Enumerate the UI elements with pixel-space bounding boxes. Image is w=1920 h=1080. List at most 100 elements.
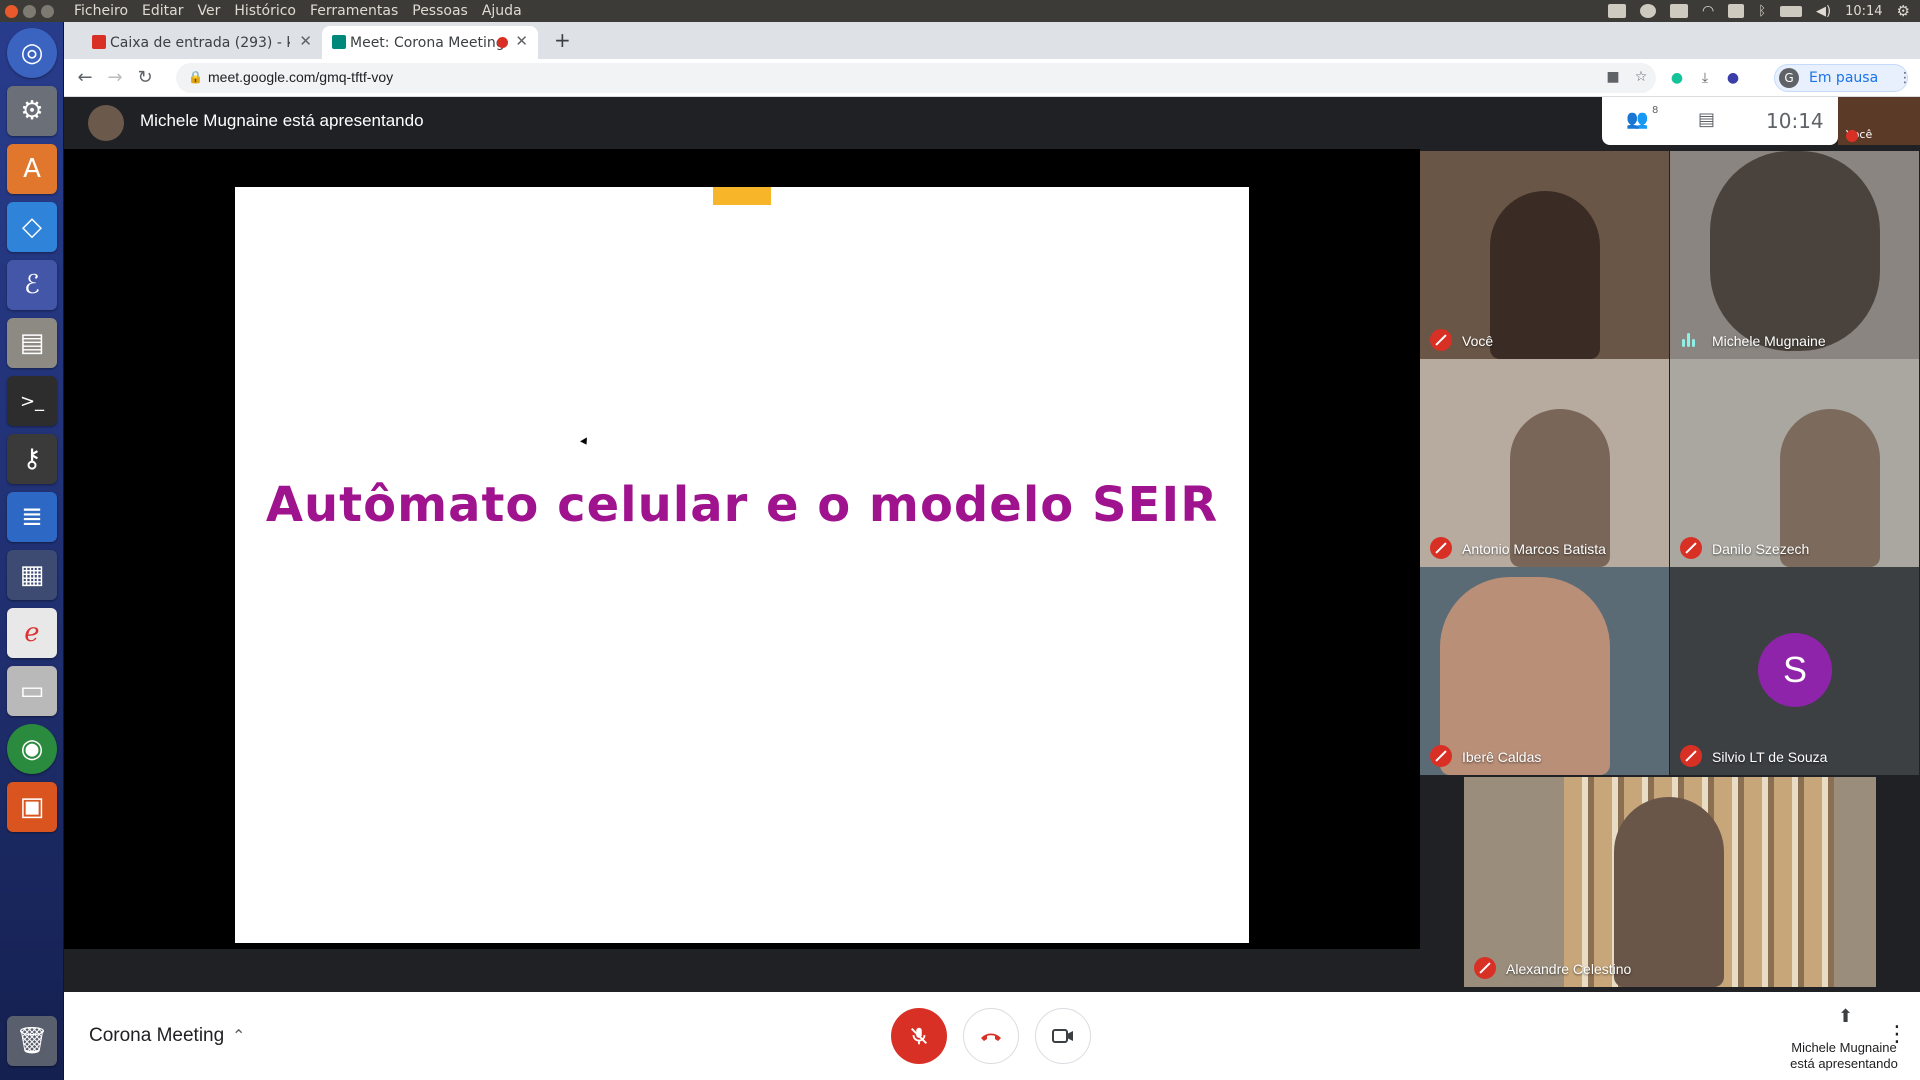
trash-icon[interactable]: 🗑 bbox=[7, 1016, 57, 1066]
grammarly-icon[interactable]: ● bbox=[1668, 69, 1686, 87]
minimize-window-icon[interactable] bbox=[23, 4, 36, 18]
impress-icon[interactable]: ▣ bbox=[7, 782, 57, 832]
more-options-icon[interactable]: ⋮ bbox=[1886, 1022, 1908, 1047]
menu-ferramentas[interactable]: Ferramentas bbox=[310, 3, 398, 19]
camera-in-use-icon[interactable]: ■ bbox=[1604, 68, 1622, 86]
muted-mic-icon bbox=[1430, 329, 1452, 351]
camera-icon bbox=[1052, 1029, 1073, 1043]
menu-historico[interactable]: Histórico bbox=[234, 3, 296, 19]
profile-button[interactable]: G Em pausa bbox=[1774, 64, 1908, 92]
bookmark-star-icon[interactable]: ☆ bbox=[1632, 68, 1650, 86]
new-tab-button[interactable]: + bbox=[554, 28, 571, 52]
power-gear-icon[interactable]: ⚙ bbox=[1897, 2, 1910, 20]
chrome-icon[interactable]: ◉ bbox=[7, 724, 57, 774]
participant-name: Iberê Caldas bbox=[1462, 749, 1542, 765]
meeting-controls-bar: Corona Meeting ⌃ ⬆ Michele Mugnaine está… bbox=[64, 992, 1920, 1080]
menu-pessoas[interactable]: Pessoas bbox=[412, 3, 468, 19]
emacs-icon[interactable]: ℰ bbox=[7, 260, 57, 310]
tab-label: Caixa de entrada (293) - k bbox=[110, 34, 290, 51]
meet-favicon-icon bbox=[332, 35, 346, 49]
drive-icon[interactable]: ▭ bbox=[7, 666, 57, 716]
system-clock[interactable]: 10:14 bbox=[1845, 4, 1882, 19]
participant-tile[interactable]: Danilo Szezech bbox=[1670, 359, 1919, 567]
extension-k-icon[interactable]: ● bbox=[1724, 69, 1742, 87]
participant-tile[interactable]: S Silvio LT de Souza bbox=[1670, 567, 1919, 775]
muted-mic-icon bbox=[1680, 745, 1702, 767]
tab-label: Meet: Corona Meeting bbox=[350, 34, 505, 51]
participant-name: Antonio Marcos Batista bbox=[1462, 541, 1606, 557]
chevron-up-icon[interactable]: ⌃ bbox=[232, 1026, 245, 1045]
tab-strip: Caixa de entrada (293) - k ✕ Meet: Coron… bbox=[64, 22, 1920, 59]
reload-icon[interactable]: ↻ bbox=[132, 65, 158, 91]
chrome-tray-icon[interactable] bbox=[1639, 4, 1656, 18]
meeting-clock: 10:14 bbox=[1766, 109, 1824, 133]
forward-arrow-icon[interactable]: → bbox=[102, 65, 128, 91]
software-center-icon[interactable]: A bbox=[7, 144, 57, 194]
participant-tile[interactable]: Você bbox=[1420, 151, 1669, 359]
mute-microphone-button[interactable] bbox=[891, 1008, 947, 1064]
participant-tile[interactable]: Michele Mugnaine bbox=[1670, 151, 1919, 359]
meeting-name[interactable]: Corona Meeting bbox=[89, 1025, 224, 1047]
keyboard-layout-icon[interactable] bbox=[1728, 4, 1745, 18]
participant-video bbox=[1490, 191, 1600, 359]
lock-icon: 🔒 bbox=[188, 70, 203, 84]
wifi-icon[interactable]: ◠ bbox=[1702, 3, 1714, 19]
participant-tile[interactable]: Iberê Caldas bbox=[1420, 567, 1669, 775]
presenter-label: Michele Mugnaine está apresentando bbox=[140, 111, 424, 130]
pdf-reader-icon[interactable]: ℯ bbox=[7, 608, 57, 658]
url-text[interactable]: meet.google.com/gmq-tftf-voy bbox=[208, 69, 393, 85]
close-tab-icon[interactable]: ✕ bbox=[299, 32, 312, 50]
participant-tile[interactable]: Antonio Marcos Batista bbox=[1420, 359, 1669, 567]
participant-count: 8 bbox=[1652, 105, 1659, 116]
participant-name: Danilo Szezech bbox=[1712, 541, 1810, 557]
mic-off-icon bbox=[911, 1027, 927, 1045]
bluetooth-icon[interactable]: ᛒ bbox=[1758, 4, 1766, 19]
close-tab-icon[interactable]: ✕ bbox=[515, 32, 528, 50]
participant-video bbox=[1440, 577, 1610, 775]
tab-meet[interactable]: Meet: Corona Meeting ✕ bbox=[322, 26, 538, 59]
leave-call-button[interactable] bbox=[963, 1008, 1019, 1064]
dropbox-tray-icon[interactable] bbox=[1607, 4, 1626, 18]
camera-toggle-button[interactable] bbox=[1035, 1008, 1091, 1064]
printer-icon[interactable] bbox=[1669, 4, 1688, 18]
writer-icon[interactable]: ≣ bbox=[7, 492, 57, 542]
system-settings-icon[interactable]: ⚙ bbox=[7, 86, 57, 136]
keyring-icon[interactable]: ⚷ bbox=[7, 434, 57, 484]
muted-mic-icon bbox=[1430, 537, 1452, 559]
menu-ficheiro[interactable]: Ficheiro bbox=[74, 3, 128, 19]
ubuntu-dash-icon[interactable]: ◎ bbox=[7, 28, 57, 78]
menu-ver[interactable]: Ver bbox=[197, 3, 220, 19]
people-icon[interactable]: 👥 bbox=[1626, 109, 1648, 130]
back-arrow-icon[interactable]: ← bbox=[72, 65, 98, 91]
mouse-cursor-icon bbox=[580, 437, 590, 447]
menu-editar[interactable]: Editar bbox=[142, 3, 183, 19]
chat-icon[interactable]: ▤ bbox=[1698, 109, 1715, 130]
battery-icon[interactable] bbox=[1780, 5, 1802, 17]
muted-mic-icon bbox=[1430, 745, 1452, 767]
browser-menu-icon[interactable]: ⋮ bbox=[1896, 69, 1914, 87]
screen-share-indicator[interactable] bbox=[713, 187, 771, 205]
files-icon[interactable]: ▤ bbox=[7, 318, 57, 368]
system-top-panel: Ficheiro Editar Ver Histórico Ferramenta… bbox=[0, 0, 1920, 22]
participant-video bbox=[1614, 797, 1724, 987]
participant-name: Michele Mugnaine bbox=[1712, 333, 1826, 349]
tab-gmail[interactable]: Caixa de entrada (293) - k ✕ bbox=[82, 26, 322, 59]
download-icon[interactable]: ⤓ bbox=[1696, 69, 1714, 87]
close-window-icon[interactable] bbox=[5, 4, 18, 18]
dropbox-icon[interactable]: ◇ bbox=[7, 202, 57, 252]
address-bar[interactable]: 🔒 meet.google.com/gmq-tftf-voy ■ ☆ bbox=[176, 63, 1656, 93]
present-screen-icon[interactable]: ⬆ bbox=[1838, 1006, 1853, 1027]
presentation-slide: Autômato celular e o modelo SEIR bbox=[235, 187, 1249, 943]
participant-tile[interactable]: Alexandre Celestino bbox=[1464, 777, 1876, 987]
system-tray: ◠ ᛒ ◀) 10:14 ⚙ bbox=[1607, 0, 1910, 22]
menu-ajuda[interactable]: Ajuda bbox=[482, 3, 522, 19]
self-view-thumbnail[interactable]: Você bbox=[1838, 97, 1920, 145]
participant-name: Silvio LT de Souza bbox=[1712, 749, 1828, 765]
terminal-icon[interactable]: >_ bbox=[7, 376, 57, 426]
recording-indicator-icon bbox=[497, 37, 508, 48]
volume-icon[interactable]: ◀) bbox=[1816, 4, 1831, 19]
maximize-window-icon[interactable] bbox=[41, 4, 54, 18]
profile-status-label: Em pausa bbox=[1809, 70, 1879, 86]
profile-avatar: G bbox=[1779, 68, 1799, 88]
workspace-switcher-icon[interactable]: ▦ bbox=[7, 550, 57, 600]
